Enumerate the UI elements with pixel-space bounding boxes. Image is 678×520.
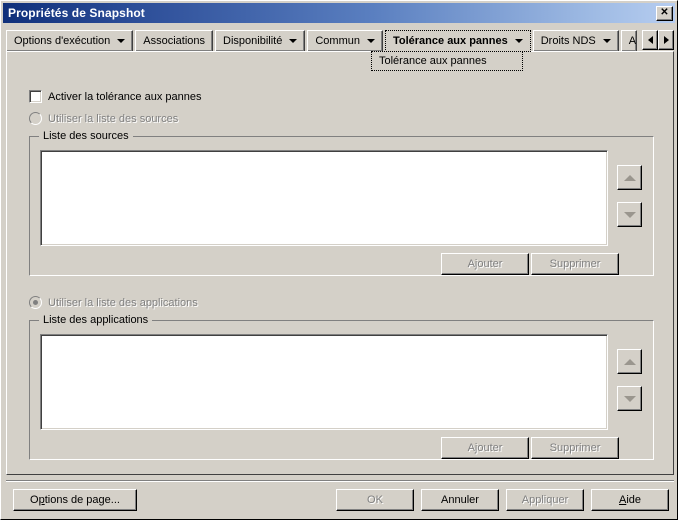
- tab-associations[interactable]: Associations: [135, 30, 214, 52]
- use-applications-list-radio[interactable]: [29, 296, 42, 309]
- help-label: Aide: [618, 494, 642, 506]
- chevron-down-icon: [602, 39, 611, 43]
- chevron-down-icon: [366, 39, 375, 43]
- title-bar[interactable]: Propriétés de Snapshot ✕: [3, 3, 675, 23]
- tab-label: Tolérance aux pannes: [392, 35, 508, 47]
- use-applications-list-label: Utiliser la liste des applications: [48, 296, 198, 309]
- close-button[interactable]: ✕: [656, 5, 673, 21]
- applications-add-label: Ajouter: [467, 442, 503, 454]
- applications-add-button[interactable]: Ajouter: [441, 437, 529, 459]
- tab-strip: Options d'exécution Associations Disponi…: [6, 30, 674, 53]
- application-root: Propriétés de Snapshot ✕ Options d'exécu…: [0, 0, 678, 520]
- enable-fault-tolerance-row[interactable]: Activer la tolérance aux pannes: [29, 90, 201, 103]
- tab-label: Commun: [315, 35, 360, 47]
- tab-label: Droits NDS: [540, 35, 596, 47]
- page-options-button[interactable]: Options de page...: [13, 489, 137, 511]
- triangle-down-icon: [623, 211, 636, 218]
- tab-droits-nds[interactable]: Droits NDS: [532, 30, 619, 52]
- sources-group-title: Liste des sources: [39, 130, 133, 142]
- enable-fault-tolerance-label: Activer la tolérance aux pannes: [48, 90, 202, 103]
- ok-button[interactable]: OK: [336, 489, 414, 511]
- sources-remove-button[interactable]: Supprimer: [531, 253, 619, 275]
- tab-label: Associations: [143, 35, 206, 47]
- triangle-up-icon: [623, 358, 636, 365]
- use-sources-list-radio[interactable]: [29, 112, 42, 125]
- use-applications-list-row[interactable]: Utiliser la liste des applications: [29, 296, 198, 309]
- chevron-down-icon: [514, 39, 523, 43]
- tab-dropdown-menu[interactable]: Tolérance aux pannes: [371, 51, 523, 71]
- enable-fault-tolerance-checkbox[interactable]: [29, 90, 42, 103]
- tab-scroll-right-button[interactable]: [658, 30, 674, 50]
- tab-label: Aut: [628, 35, 637, 47]
- title-bar-buttons: ✕: [656, 5, 673, 21]
- applications-group-title: Liste des applications: [39, 314, 153, 326]
- sources-listbox[interactable]: [40, 150, 608, 246]
- tab-commun[interactable]: Commun: [307, 30, 383, 52]
- dialog-window: Propriétés de Snapshot ✕ Options d'exécu…: [0, 0, 678, 520]
- chevron-down-icon: [117, 39, 126, 43]
- help-button[interactable]: Aide: [591, 489, 669, 511]
- triangle-left-icon: [647, 36, 653, 44]
- use-sources-list-row[interactable]: Utiliser la liste des sources: [29, 112, 178, 125]
- tab-label: Disponibilité: [223, 35, 283, 47]
- applications-move-down-button[interactable]: [617, 386, 642, 411]
- tab-scroll-buttons: [642, 30, 674, 50]
- tab-options-execution[interactable]: Options d'exécution: [6, 30, 134, 52]
- window-title: Propriétés de Snapshot: [8, 6, 145, 20]
- sources-move-up-button[interactable]: [617, 165, 642, 190]
- cancel-label: Annuler: [441, 494, 479, 506]
- tab-scroll-left-button[interactable]: [642, 30, 658, 50]
- sources-add-button[interactable]: Ajouter: [441, 253, 529, 275]
- tab-page-panel: Activer la tolérance aux pannes Utiliser…: [6, 51, 674, 475]
- apply-label: Appliquer: [521, 494, 569, 506]
- sources-remove-label: Supprimer: [549, 258, 601, 270]
- ok-label: OK: [367, 494, 383, 506]
- tab-aut[interactable]: Aut: [620, 30, 637, 52]
- triangle-down-icon: [623, 395, 636, 402]
- tab-disponibilite[interactable]: Disponibilité: [215, 30, 306, 52]
- triangle-up-icon: [623, 174, 636, 181]
- cancel-button[interactable]: Annuler: [421, 489, 499, 511]
- applications-remove-label: Supprimer: [549, 442, 601, 454]
- applications-move-up-button[interactable]: [617, 349, 642, 374]
- footer-separator: [6, 480, 674, 482]
- tab-dropdown-item-tolerance[interactable]: Tolérance aux pannes: [379, 55, 487, 67]
- triangle-right-icon: [663, 36, 669, 44]
- sources-move-down-button[interactable]: [617, 202, 642, 227]
- close-icon: ✕: [660, 6, 669, 18]
- applications-listbox[interactable]: [40, 334, 608, 430]
- tab-tolerance-aux-pannes[interactable]: Tolérance aux pannes: [384, 30, 531, 52]
- tab-label: Options d'exécution: [14, 35, 111, 47]
- use-sources-list-label: Utiliser la liste des sources: [48, 112, 179, 125]
- apply-button[interactable]: Appliquer: [506, 489, 584, 511]
- applications-remove-button[interactable]: Supprimer: [531, 437, 619, 459]
- page-options-label: Options de page...: [30, 494, 120, 506]
- chevron-down-icon: [289, 39, 298, 43]
- sources-add-label: Ajouter: [467, 258, 503, 270]
